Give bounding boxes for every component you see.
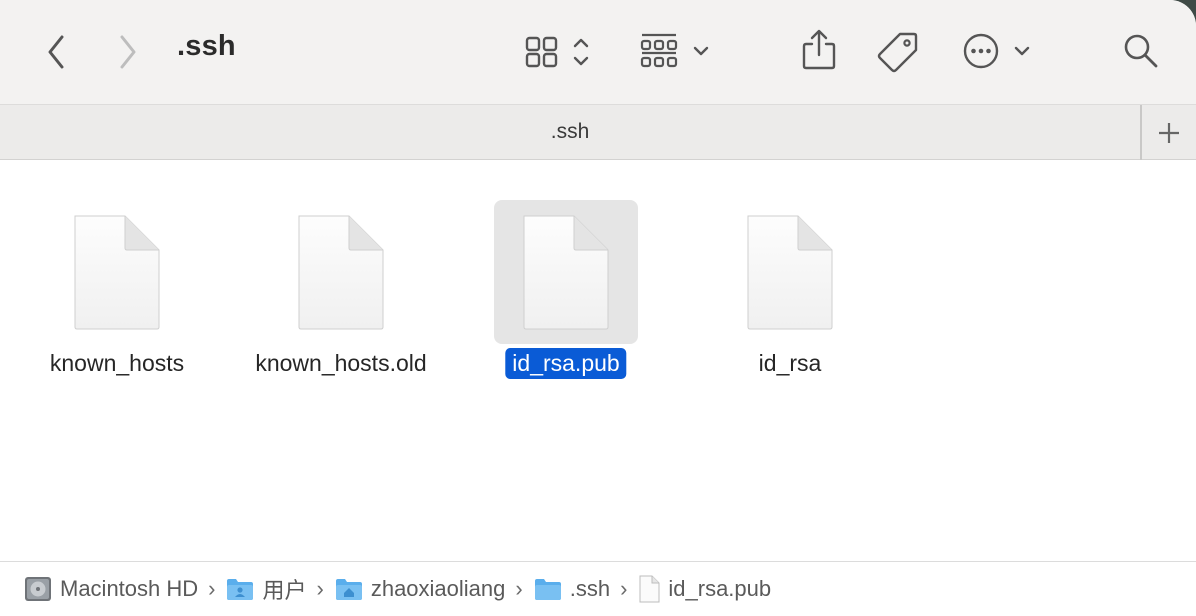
- file-grid: known_hosts known_hosts.old id_rsa.pub i…: [0, 160, 1196, 561]
- path-label: .ssh: [569, 576, 611, 601]
- path-separator: ›: [316, 576, 324, 601]
- toolbar: .ssh: [0, 0, 1196, 104]
- icon-grid-view-icon: [525, 36, 589, 68]
- tag-icon: [877, 32, 918, 73]
- more-actions-button[interactable]: [962, 32, 1034, 70]
- tab-ssh[interactable]: .ssh: [0, 120, 1140, 144]
- file-name: id_rsa: [758, 350, 822, 376]
- path-bar: Macintosh HD › 用户 › zhaoxiaoliang › .ssh…: [0, 561, 1196, 616]
- users-folder-icon: [227, 579, 254, 600]
- group-by-button[interactable]: [640, 32, 716, 70]
- path-item-macintosh-hd[interactable]: Macintosh HD: [24, 575, 198, 603]
- search-button[interactable]: [1122, 32, 1160, 70]
- path-label: id_rsa.pub: [668, 576, 772, 601]
- tab-bar: .ssh: [0, 104, 1196, 160]
- path-item-ssh[interactable]: .ssh: [534, 576, 610, 602]
- view-mode-button[interactable]: [524, 34, 596, 70]
- path-separator: ›: [515, 576, 523, 601]
- file-thumbnail: [494, 200, 638, 344]
- document-icon: [747, 215, 833, 330]
- chevron-left-icon: [48, 35, 64, 69]
- path-separator: ›: [208, 576, 216, 601]
- path-item-file[interactable]: id_rsa.pub: [638, 575, 771, 603]
- finder-window: .ssh .ssh known_hosts known_hosts.old id…: [0, 0, 1196, 616]
- new-tab-button[interactable]: [1140, 105, 1196, 160]
- file-item-selected[interactable]: id_rsa.pub: [494, 200, 714, 400]
- file-name: known_hosts.old: [255, 350, 427, 376]
- document-icon: [639, 575, 660, 603]
- home-folder-icon: [335, 579, 362, 600]
- share-button[interactable]: [800, 28, 838, 72]
- path-label: 用户: [262, 578, 307, 603]
- folder-icon: [534, 579, 561, 600]
- file-thumbnail: [45, 200, 189, 344]
- window-title: .ssh: [177, 30, 236, 62]
- chevron-right-icon: [120, 35, 136, 69]
- back-button[interactable]: [40, 34, 72, 70]
- document-icon: [298, 215, 384, 330]
- path-label: zhaoxiaoliang: [370, 576, 506, 601]
- path-separator: ›: [620, 576, 628, 601]
- file-item[interactable]: known_hosts.old: [255, 200, 489, 400]
- search-icon: [1124, 34, 1158, 68]
- tag-button[interactable]: [876, 30, 920, 74]
- file-item[interactable]: known_hosts: [45, 200, 265, 400]
- file-name: known_hosts: [49, 350, 185, 376]
- group-by-icon: [640, 33, 709, 68]
- ellipsis-circle-icon: [963, 33, 1030, 69]
- path-item-home[interactable]: zhaoxiaoliang: [335, 576, 506, 602]
- path-label: Macintosh HD: [60, 576, 199, 601]
- plus-icon: [1159, 122, 1179, 143]
- hard-drive-icon: [25, 577, 51, 601]
- file-thumbnail: [718, 200, 862, 344]
- file-item[interactable]: id_rsa: [718, 200, 938, 400]
- file-thumbnail: [269, 200, 413, 344]
- forward-button[interactable]: [112, 34, 144, 70]
- document-icon: [523, 215, 609, 330]
- document-icon: [74, 215, 160, 330]
- path-item-users[interactable]: 用户: [226, 573, 307, 605]
- file-name: id_rsa.pub: [505, 348, 627, 379]
- share-icon: [802, 29, 836, 70]
